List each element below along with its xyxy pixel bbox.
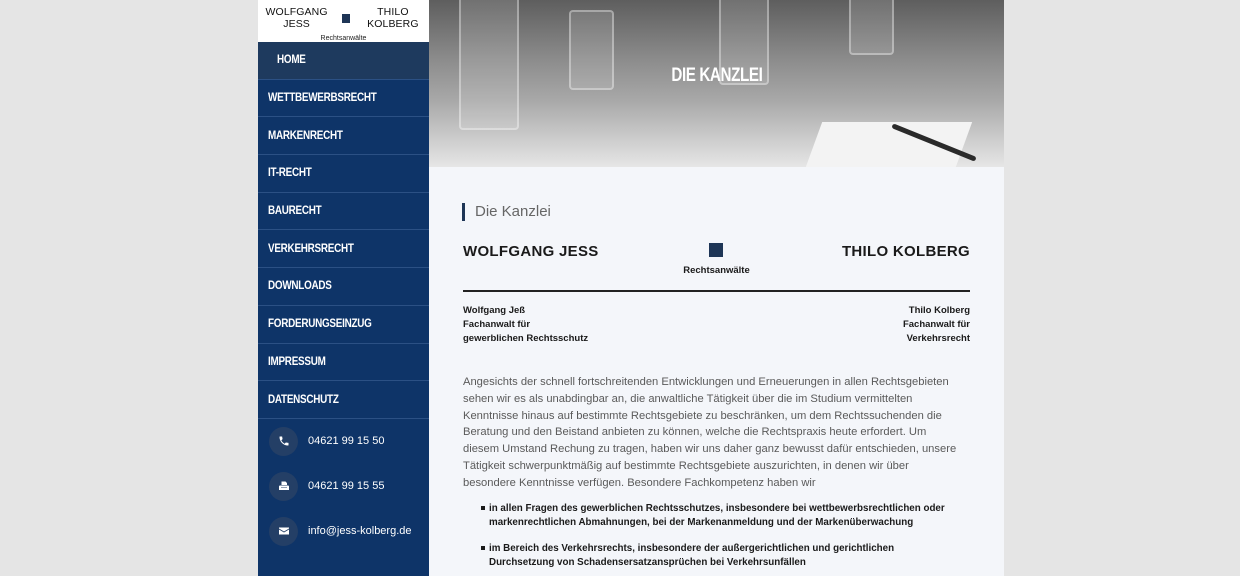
competence-list: in allen Fragen des gewerblichen Rechtss…: [481, 502, 951, 576]
letterhead-left-name: WOLFGANG JESS: [463, 243, 599, 260]
hero-glass-image: [849, 0, 894, 55]
brand-subtitle: Rechtsanwälte: [320, 35, 367, 42]
letterhead-square-icon: [709, 243, 723, 257]
nav-item-markenrecht[interactable]: MARKENRECHT: [258, 117, 429, 156]
list-item: in allen Fragen des gewerblichen Rechtss…: [481, 502, 951, 530]
list-item: im Bereich des Verkehrsrechts, insbesond…: [481, 542, 951, 570]
nav-item-home[interactable]: HOME: [258, 42, 429, 80]
nav-item-verkehrsrecht[interactable]: VERKEHRSRECHT: [258, 230, 429, 269]
sidebar: WOLFGANG JESS THILO KOLBERG Rechtsanwält…: [258, 0, 429, 576]
attorney-right-field: Verkehrsrecht: [906, 333, 970, 344]
attorney-right-name: Thilo Kolberg: [908, 305, 970, 316]
contact-block: 04621 99 15 50 04621 99 15 55 info@jess-…: [258, 419, 429, 554]
contact-fax[interactable]: 04621 99 15 55: [258, 464, 429, 509]
letterhead-subtitle: Rechtsanwälte: [683, 265, 750, 276]
nav-item-impressum[interactable]: IMPRESSUM: [258, 344, 429, 382]
main-nav: HOME WETTBEWERBSRECHT MARKENRECHT IT-REC…: [258, 42, 429, 419]
nav-item-downloads[interactable]: DOWNLOADS: [258, 268, 429, 306]
email-address: info@jess-kolberg.de: [308, 525, 412, 538]
letterhead-right-name: THILO KOLBERG: [841, 243, 970, 260]
nav-item-baurecht[interactable]: BAURECHT: [258, 193, 429, 231]
brand-logo[interactable]: WOLFGANG JESS THILO KOLBERG Rechtsanwält…: [258, 0, 429, 42]
nav-item-forderungseinzug[interactable]: FORDERUNGSEINZUG: [258, 306, 429, 344]
nav-item-datenschutz[interactable]: DATENSCHUTZ: [258, 381, 429, 419]
attorney-right-title: Fachanwalt für: [902, 319, 970, 330]
main-content: Die Kanzlei WOLFGANG JESS THILO KOLBERG …: [429, 167, 1004, 576]
nav-item-it-recht[interactable]: IT-RECHT: [258, 155, 429, 193]
section-title: Die Kanzlei: [462, 203, 551, 221]
phone-number: 04621 99 15 50: [308, 435, 385, 448]
contact-phone[interactable]: 04621 99 15 50: [258, 419, 429, 464]
brand-left-name: WOLFGANG JESS: [265, 6, 328, 30]
mail-icon: [269, 516, 298, 546]
hero-title: DIE KANZLEI: [670, 65, 763, 86]
hero-banner: DIE KANZLEI: [429, 0, 1004, 167]
fax-icon: [269, 471, 298, 501]
phone-icon: [269, 426, 298, 456]
contact-mail[interactable]: info@jess-kolberg.de: [258, 509, 429, 554]
attorney-right: Thilo Kolberg Fachanwalt für Verkehrsrec…: [903, 304, 970, 346]
nav-item-wettbewerbsrecht[interactable]: WETTBEWERBSRECHT: [258, 80, 429, 118]
brand-square-icon: [342, 13, 350, 23]
fax-number: 04621 99 15 55: [308, 480, 385, 493]
intro-paragraph: Angesichts der schnell fortschreitenden …: [463, 376, 957, 489]
attorney-left-field: gewerblichen Rechtsschutz: [463, 333, 589, 344]
attorney-left-title: Fachanwalt für: [463, 319, 531, 330]
attorney-left-name: Wolfgang Jeß: [463, 305, 526, 316]
attorney-left: Wolfgang Jeß Fachanwalt für gewerblichen…: [463, 304, 588, 346]
letterhead: WOLFGANG JESS THILO KOLBERG Rechtsanwält…: [463, 241, 970, 292]
brand-right-name: THILO KOLBERG: [367, 6, 419, 30]
